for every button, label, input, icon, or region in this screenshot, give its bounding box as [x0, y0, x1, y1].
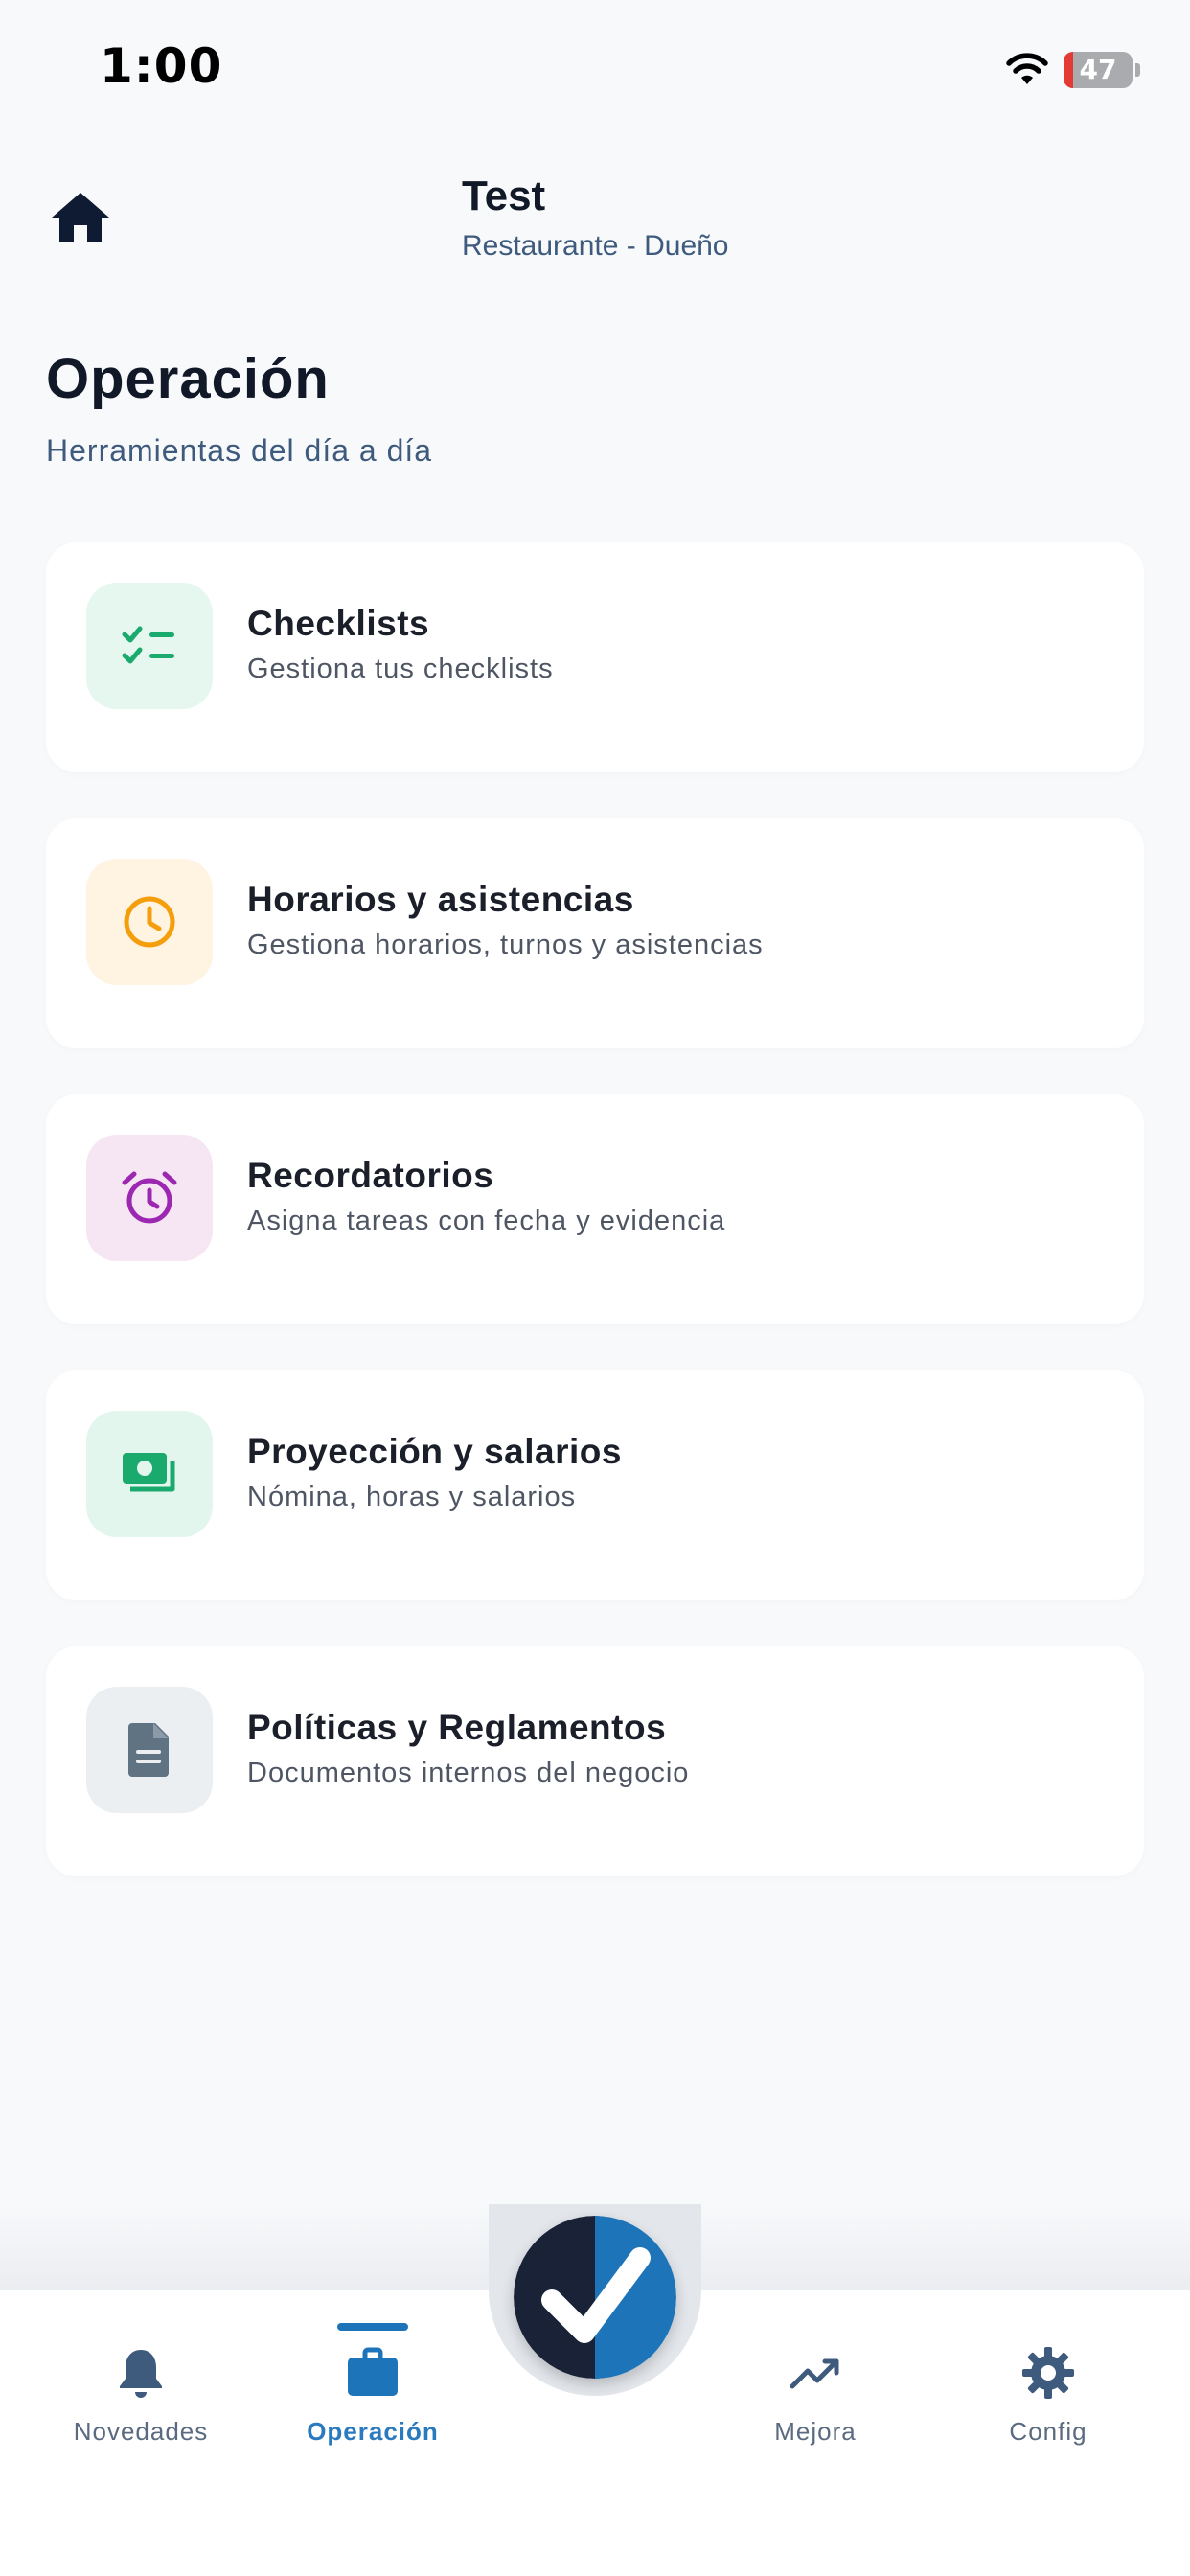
- card-title: Recordatorios: [247, 1156, 494, 1195]
- tab-label: Operación: [307, 2417, 439, 2446]
- screen: 1:00 47 Test Restaurante - Dueño Operaci…: [0, 0, 1190, 2576]
- active-tab-indicator: [337, 2323, 408, 2331]
- checkmark-logo-icon: [514, 2216, 676, 2379]
- card-horarios[interactable]: Horarios y asistencias Gestiona horarios…: [46, 818, 1144, 1048]
- card-title: Proyección y salarios: [247, 1432, 622, 1471]
- card-proyeccion[interactable]: Proyección y salarios Nómina, horas y sa…: [46, 1370, 1144, 1600]
- card-recordatorios[interactable]: Recordatorios Asigna tareas con fecha y …: [46, 1094, 1144, 1324]
- tab-mejora[interactable]: Mejora: [720, 2338, 911, 2453]
- tab-operacion[interactable]: Operación: [277, 2338, 469, 2453]
- wifi-icon: [1006, 53, 1048, 84]
- briefcase-icon: [348, 2347, 398, 2396]
- tab-config[interactable]: Config: [952, 2338, 1144, 2453]
- page-title: Operación: [46, 348, 330, 410]
- card-title: Políticas y Reglamentos: [247, 1708, 667, 1747]
- gear-icon: [1022, 2347, 1074, 2399]
- tab-label: Mejora: [774, 2417, 857, 2446]
- status-time: 1:00: [100, 38, 223, 94]
- business-role: Restaurante - Dueño: [462, 230, 729, 262]
- tab-label: Novedades: [73, 2417, 209, 2446]
- document-icon: [86, 1687, 213, 1813]
- battery-icon: 47: [1064, 52, 1133, 88]
- operation-menu: Checklists Gestiona tus checklists Horar…: [46, 542, 1144, 1922]
- clock-icon: [86, 859, 213, 985]
- alarm-clock-icon: [86, 1135, 213, 1261]
- card-checklists[interactable]: Checklists Gestiona tus checklists: [46, 542, 1144, 772]
- trending-up-icon: [790, 2358, 839, 2389]
- page-subtitle: Herramientas del día a día: [46, 433, 433, 468]
- tab-novedades[interactable]: Novedades: [45, 2338, 237, 2453]
- status-bar: 1:00 47: [0, 0, 1190, 134]
- card-title: Horarios y asistencias: [247, 880, 634, 919]
- card-subtitle: Nómina, horas y salarios: [247, 1482, 577, 1512]
- money-icon: [86, 1411, 213, 1537]
- card-politicas[interactable]: Políticas y Reglamentos Documentos inter…: [46, 1646, 1144, 1876]
- home-fab-button[interactable]: [514, 2216, 676, 2379]
- card-subtitle: Gestiona tus checklists: [247, 654, 554, 684]
- home-button[interactable]: [48, 187, 113, 248]
- home-icon: [52, 193, 109, 242]
- business-title: Test: [462, 172, 546, 219]
- card-subtitle: Documentos internos del negocio: [247, 1758, 690, 1788]
- bell-icon: [120, 2350, 162, 2398]
- card-subtitle: Asigna tareas con fecha y evidencia: [247, 1206, 726, 1236]
- tab-label: Config: [1009, 2417, 1087, 2446]
- card-title: Checklists: [247, 604, 430, 643]
- battery-level: 47: [1079, 54, 1117, 85]
- card-subtitle: Gestiona horarios, turnos y asistencias: [247, 930, 764, 960]
- checklist-icon: [86, 583, 213, 709]
